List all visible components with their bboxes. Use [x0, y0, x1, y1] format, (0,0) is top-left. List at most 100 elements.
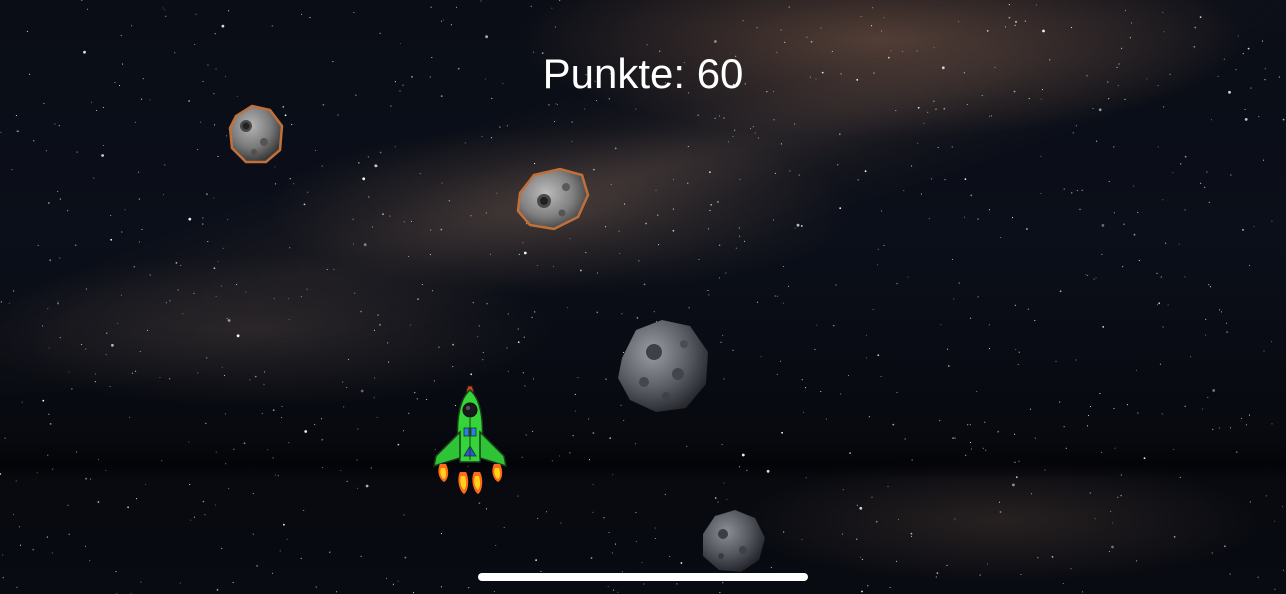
- star: [2, 577, 4, 579]
- star: [36, 472, 38, 474]
- star: [440, 20, 443, 22]
- star: [85, 477, 87, 480]
- star: [356, 459, 358, 461]
- star: [373, 397, 375, 399]
- star: [1210, 119, 1213, 121]
- star: [283, 523, 285, 526]
- star: [741, 453, 745, 457]
- star: [571, 121, 573, 123]
- star: [175, 262, 178, 264]
- star: [1135, 369, 1137, 371]
- star: [164, 9, 166, 11]
- star: [101, 154, 104, 157]
- star: [719, 592, 721, 594]
- star: [1030, 493, 1033, 495]
- star: [525, 434, 527, 436]
- star: [574, 410, 576, 412]
- star: [1205, 318, 1207, 320]
- star: [356, 487, 359, 489]
- star: [138, 198, 140, 200]
- star: [326, 268, 328, 271]
- star: [796, 223, 800, 227]
- star: [430, 229, 432, 231]
- star: [592, 511, 594, 513]
- star: [1248, 414, 1251, 416]
- star: [179, 582, 181, 584]
- star: [362, 177, 366, 181]
- star: [664, 493, 666, 495]
- star: [551, 7, 553, 9]
- star: [820, 27, 822, 29]
- star: [1265, 495, 1267, 497]
- star: [49, 423, 52, 425]
- star: [1098, 108, 1102, 112]
- star: [524, 385, 526, 387]
- star: [530, 5, 532, 7]
- star: [271, 25, 273, 27]
- star: [274, 474, 276, 476]
- star: [1211, 552, 1213, 554]
- star: [102, 144, 105, 146]
- star: [263, 383, 265, 385]
- thruster-flames: [438, 464, 503, 494]
- star: [756, 301, 758, 303]
- star: [321, 438, 324, 441]
- star: [169, 378, 171, 380]
- star: [788, 285, 790, 287]
- star: [57, 190, 59, 192]
- star: [410, 220, 413, 222]
- star: [115, 571, 117, 573]
- star: [595, 100, 598, 102]
- star: [726, 498, 728, 500]
- star: [935, 108, 937, 110]
- home-indicator[interactable]: [478, 573, 808, 581]
- game-scene[interactable]: Punkte: 60: [0, 0, 1286, 594]
- star: [1143, 457, 1146, 460]
- star: [51, 552, 53, 554]
- star: [1262, 159, 1265, 161]
- star: [612, 474, 614, 476]
- star: [988, 209, 990, 211]
- star: [709, 210, 711, 212]
- star: [67, 504, 69, 506]
- star: [1012, 483, 1015, 487]
- star: [970, 317, 972, 319]
- player-spaceship[interactable]: [430, 384, 510, 498]
- star: [1263, 350, 1265, 352]
- star: [1230, 174, 1232, 176]
- star: [806, 36, 808, 38]
- star: [365, 484, 369, 488]
- star: [911, 459, 913, 461]
- star: [816, 324, 818, 326]
- star: [958, 282, 960, 284]
- star: [859, 506, 863, 510]
- star: [346, 480, 348, 482]
- star: [321, 165, 323, 167]
- star: [742, 20, 744, 22]
- star: [59, 198, 61, 200]
- star: [1020, 573, 1022, 576]
- star: [84, 545, 87, 547]
- star: [120, 294, 122, 296]
- star: [235, 283, 238, 285]
- star: [506, 125, 508, 127]
- star: [223, 374, 226, 377]
- star: [965, 454, 967, 456]
- star: [85, 348, 87, 350]
- star: [613, 589, 615, 591]
- star: [554, 26, 556, 28]
- star: [1173, 536, 1176, 538]
- star: [26, 30, 28, 32]
- star: [399, 42, 401, 45]
- star: [803, 411, 805, 413]
- star: [221, 366, 223, 368]
- star: [0, 131, 2, 133]
- star: [999, 511, 1002, 513]
- star: [47, 308, 49, 310]
- star: [1281, 506, 1284, 508]
- star: [875, 520, 878, 523]
- star: [910, 532, 913, 535]
- star: [377, 314, 379, 316]
- star: [206, 193, 208, 196]
- star: [603, 517, 605, 519]
